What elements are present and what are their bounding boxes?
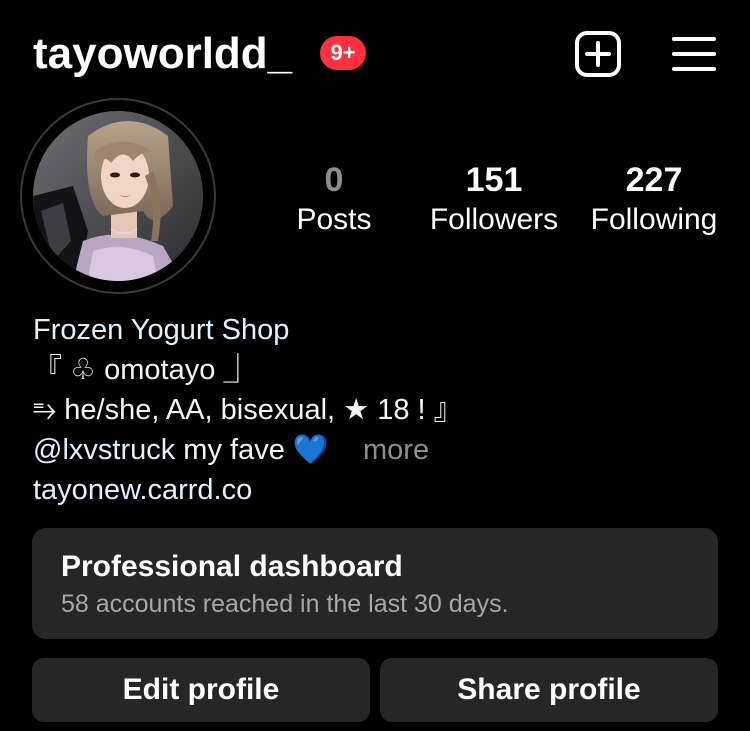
bio-line-2: ⥱ he/she, AA, bisexual, ★ 18 ! 』	[33, 394, 463, 426]
bio-category[interactable]: Frozen Yogurt Shop	[33, 310, 723, 350]
followers-count: 151	[465, 161, 523, 199]
profile-header: tayoworldd_ 9+	[0, 0, 750, 100]
hamburger-menu-icon	[672, 37, 716, 71]
bio-line-3: @lxvstruck my fave 💙 more	[33, 430, 723, 470]
stat-following[interactable]: 227 Following	[574, 160, 734, 240]
professional-dashboard-card[interactable]: Professional dashboard 58 accounts reach…	[32, 528, 718, 639]
stat-posts: 0 Posts	[254, 160, 414, 240]
profile-bio: Frozen Yogurt Shop 『 ♧ omotayo ⏌ ⥱ he/sh…	[33, 310, 723, 510]
followers-label: Followers	[429, 203, 559, 236]
bio-line-3-text: my fave	[175, 434, 293, 466]
share-profile-button[interactable]: Share profile	[380, 658, 718, 722]
following-count: 227	[625, 161, 683, 199]
profile-photo	[33, 111, 203, 281]
profile-avatar[interactable]	[33, 111, 203, 281]
bio-mention-link[interactable]: @lxvstruck	[33, 434, 175, 466]
stat-followers[interactable]: 151 Followers	[414, 160, 574, 240]
menu-button[interactable]	[670, 30, 718, 78]
following-label: Following	[590, 203, 718, 236]
bio-website-link[interactable]: tayonew.carrd.co	[33, 470, 723, 510]
new-post-button[interactable]	[574, 30, 622, 78]
edit-profile-button[interactable]: Edit profile	[32, 658, 370, 722]
blue-heart-icon: 💙	[292, 434, 329, 466]
bio-more-button[interactable]: more	[363, 434, 429, 466]
username-title[interactable]: tayoworldd_	[33, 28, 292, 80]
dashboard-title: Professional dashboard	[61, 550, 403, 583]
bio-line-1: 『 ♧ omotayo ⏌	[33, 354, 253, 386]
plus-square-icon	[575, 31, 621, 77]
posts-label: Posts	[296, 203, 372, 236]
notification-badge[interactable]: 9+	[320, 36, 366, 70]
dashboard-subtitle: 58 accounts reached in the last 30 days.	[61, 590, 509, 618]
posts-count: 0	[324, 161, 344, 199]
